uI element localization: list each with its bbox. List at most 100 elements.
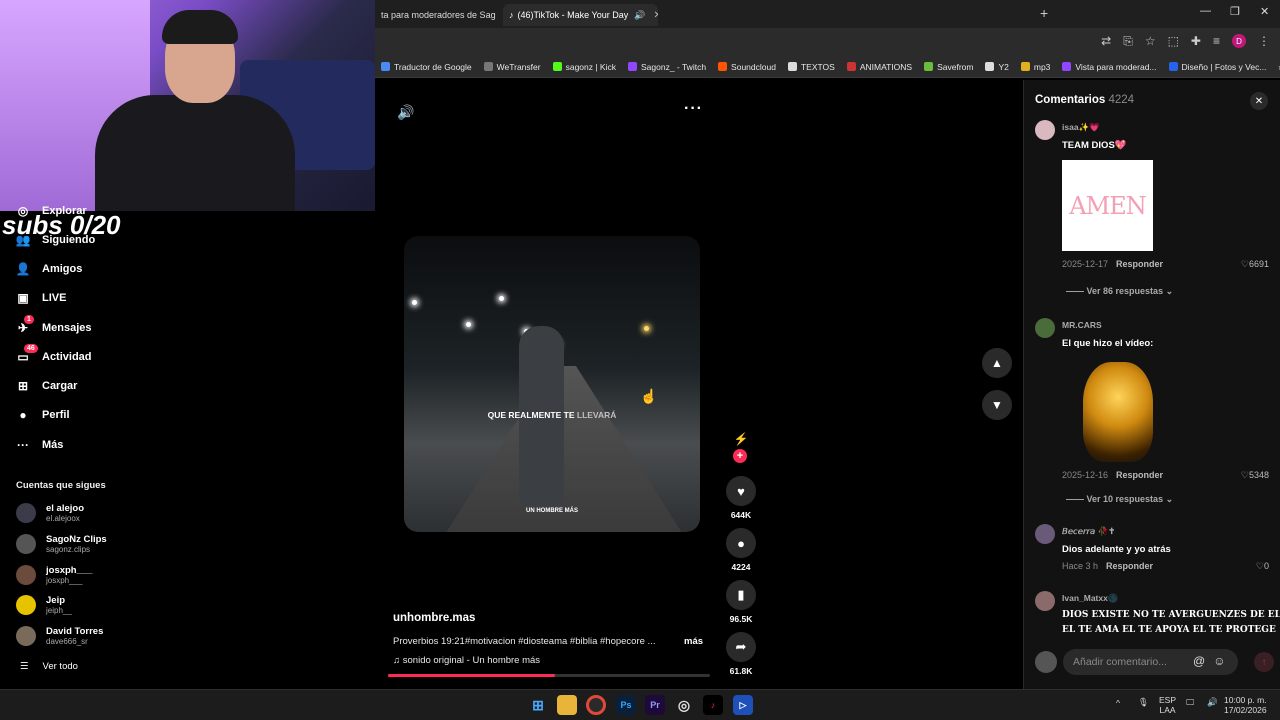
sidebar-item-explorar[interactable]: ◎ Explorar (16, 204, 87, 218)
clock[interactable]: 10:00 p. m. 17/02/2026 (1224, 695, 1267, 715)
emoji-icon[interactable]: ☺ (1213, 654, 1225, 668)
video-sound[interactable]: ♫ sonido original - Un hombre más (393, 655, 540, 666)
reply-button[interactable]: Responder (1116, 259, 1163, 269)
obs-icon[interactable]: ◎ (674, 695, 694, 715)
extension-icon[interactable]: ⬚ (1168, 34, 1179, 49)
bookmark-item[interactable]: TEXTOS (787, 62, 835, 72)
view-replies-button[interactable]: —— Ver 10 respuestas ⌄ (1066, 494, 1173, 505)
see-all-button[interactable]: ☰ Ver todo (20, 661, 78, 672)
next-video-button[interactable]: ▼ (982, 390, 1012, 420)
comment-like-button[interactable]: ♡0 (1256, 561, 1269, 572)
remote-app-icon[interactable]: ▷ (733, 695, 753, 715)
puzzle-icon[interactable]: ✚ (1191, 34, 1201, 49)
sidebar-item-amigos[interactable]: 👤 Amigos (16, 262, 83, 276)
comment-like-button[interactable]: ♡6691 (1241, 259, 1269, 270)
bookmark-item[interactable]: Diseño | Fotos y Vec... (1168, 62, 1266, 72)
network-icon[interactable]: 🖵 (1186, 697, 1194, 707)
bookmark-item[interactable]: Savefrom (924, 62, 973, 72)
tiktok-app-icon[interactable]: ♪ (703, 695, 723, 715)
install-icon[interactable]: ⎘ (1123, 34, 1133, 49)
comment-avatar[interactable] (1035, 591, 1055, 611)
bookmark-icon: ▮ (726, 580, 756, 610)
video-player[interactable]: QUE REALMENTE TE LLEVARÁ UN HOMBRE MÁS (404, 236, 700, 532)
sidebar-item-mensajes[interactable]: ✈ 1 Mensajes (16, 315, 92, 335)
sidebar-item-perfil[interactable]: ● Perfil (16, 408, 69, 422)
followed-account[interactable]: el alejoo el.alejoox (16, 503, 84, 523)
followed-account[interactable]: David Torres dave666_sr (16, 626, 103, 646)
comment-username[interactable]: isaa✨💗 (1062, 122, 1100, 133)
arrow-up-icon: ↑ (1261, 656, 1267, 668)
sidebar-item-siguiendo[interactable]: 👥 Siguiendo (16, 233, 96, 247)
comment-username[interactable]: 𝘉𝘦𝘤𝘦𝘳𝘳𝘢 🥀✝ (1062, 526, 1115, 537)
sidebar-item-ms[interactable]: ··· Más (16, 438, 63, 452)
view-replies-button[interactable]: —— Ver 86 respuestas ⌄ (1066, 286, 1173, 297)
followed-account[interactable]: SagoNz Clips sagonz.clips (16, 534, 107, 554)
sidebar-item-actividad[interactable]: ▭ 46 Actividad (16, 344, 92, 364)
translate-icon[interactable]: ⇄ (1101, 34, 1111, 49)
send-comment-button[interactable]: ↑ (1254, 652, 1274, 672)
followed-account[interactable]: Jeip jeiph__ (16, 595, 72, 615)
comment-avatar[interactable] (1035, 318, 1055, 338)
bookmark-item[interactable]: Soundcloud (718, 62, 776, 72)
new-tab-button[interactable]: + (1040, 5, 1048, 21)
comment-text-line2: EL TE AMA EL TE APOYA EL TE PROTEGE (1062, 625, 1276, 635)
volume-icon[interactable]: 🔊 (397, 104, 414, 121)
tab-moderators[interactable]: ta para moderadores de Sag ✕ (375, 4, 500, 26)
language-indicator[interactable]: ESP LAA (1159, 695, 1176, 715)
sidebar-item-cargar[interactable]: ⊞ Cargar (16, 379, 78, 393)
bookmark-item[interactable]: mp3 (1020, 62, 1050, 72)
address-bar[interactable]: ⇄ ⎘ ☆ ⬚ ✚ ≡ D ⋮ (375, 28, 1280, 56)
comment-like-button[interactable]: ♡5348 (1241, 470, 1269, 481)
save-button[interactable]: ▮ 96.5K (725, 580, 757, 624)
microphone-icon[interactable]: 🎙 (1138, 697, 1149, 707)
comment-avatar[interactable] (1035, 524, 1055, 544)
profile-avatar[interactable]: D (1232, 34, 1246, 48)
comment-username[interactable]: Ivan_Matxx🌑 (1062, 593, 1118, 604)
comment-username[interactable]: MR.CARS (1062, 320, 1102, 330)
video-progress-bar[interactable] (388, 674, 710, 677)
sound-icon[interactable]: 🔊 (1207, 697, 1218, 707)
comment-button[interactable]: ● 4224 (725, 528, 757, 572)
sidebar-item-live[interactable]: ▣ LIVE (16, 291, 66, 305)
photoshop-icon[interactable]: Ps (616, 695, 636, 715)
description-more-button[interactable]: más (684, 636, 703, 647)
bookmark-item[interactable]: Sagonz_ - Twitch (628, 62, 706, 72)
comment-text: Dios adelante y yo atrás (1062, 544, 1171, 555)
mention-icon[interactable]: @ (1193, 654, 1205, 668)
comment-image-skull[interactable] (1083, 362, 1153, 462)
share-button[interactable]: ➦ 61.8K (725, 632, 757, 676)
tab-tiktok[interactable]: ♪ (46)TikTok - Make Your Day 🔊 ✕ (503, 4, 658, 26)
more-options-icon[interactable]: ··· (684, 100, 703, 118)
close-icon[interactable]: ✕ (653, 10, 658, 21)
minimize-icon[interactable]: — (1200, 5, 1211, 17)
restore-icon[interactable]: ❐ (1230, 5, 1240, 18)
reply-button[interactable]: Responder (1106, 561, 1153, 571)
comment-avatar[interactable] (1035, 120, 1055, 140)
previous-video-button[interactable]: ▲ (982, 348, 1012, 378)
star-icon[interactable]: ☆ (1145, 34, 1156, 49)
close-window-icon[interactable]: ✕ (1260, 5, 1269, 18)
bookmark-item[interactable]: WeTransfer (483, 62, 541, 72)
media-icon[interactable]: ≡ (1213, 34, 1220, 49)
comment-text: DIOS EXISTE NO TE AVERGUENZES DE EL (1062, 610, 1280, 620)
tray-chevron-icon[interactable]: ^ (1116, 698, 1120, 708)
video-author[interactable]: unhombre.mas (393, 612, 475, 624)
comment-meta: 2025-12-16 Responder (1062, 470, 1164, 480)
bookmark-item[interactable]: Y2 (985, 62, 1009, 72)
chrome-icon[interactable] (586, 695, 606, 715)
premiere-icon[interactable]: Pr (645, 695, 665, 715)
reply-button[interactable]: Responder (1116, 470, 1163, 480)
comment-image-amen[interactable]: AMEN (1062, 160, 1153, 251)
like-button[interactable]: ♥ 644K (725, 476, 757, 520)
bookmark-item[interactable]: sagonz | Kick (552, 62, 616, 72)
bookmark-item[interactable]: ANIMATIONS (846, 62, 912, 72)
kebab-menu-icon[interactable]: ⋮ (1258, 34, 1270, 49)
follow-plus-button[interactable]: + (733, 449, 747, 463)
speaker-icon[interactable]: 🔊 (634, 10, 645, 21)
close-comments-button[interactable]: ✕ (1250, 92, 1268, 110)
followed-account[interactable]: josxph___ josxph___ (16, 565, 92, 585)
bookmark-item[interactable]: Traductor de Google (381, 62, 472, 72)
bookmark-item[interactable]: Vista para moderad... (1062, 62, 1157, 72)
windows-start-icon[interactable]: ⊞ (528, 695, 548, 715)
file-explorer-icon[interactable] (557, 695, 577, 715)
